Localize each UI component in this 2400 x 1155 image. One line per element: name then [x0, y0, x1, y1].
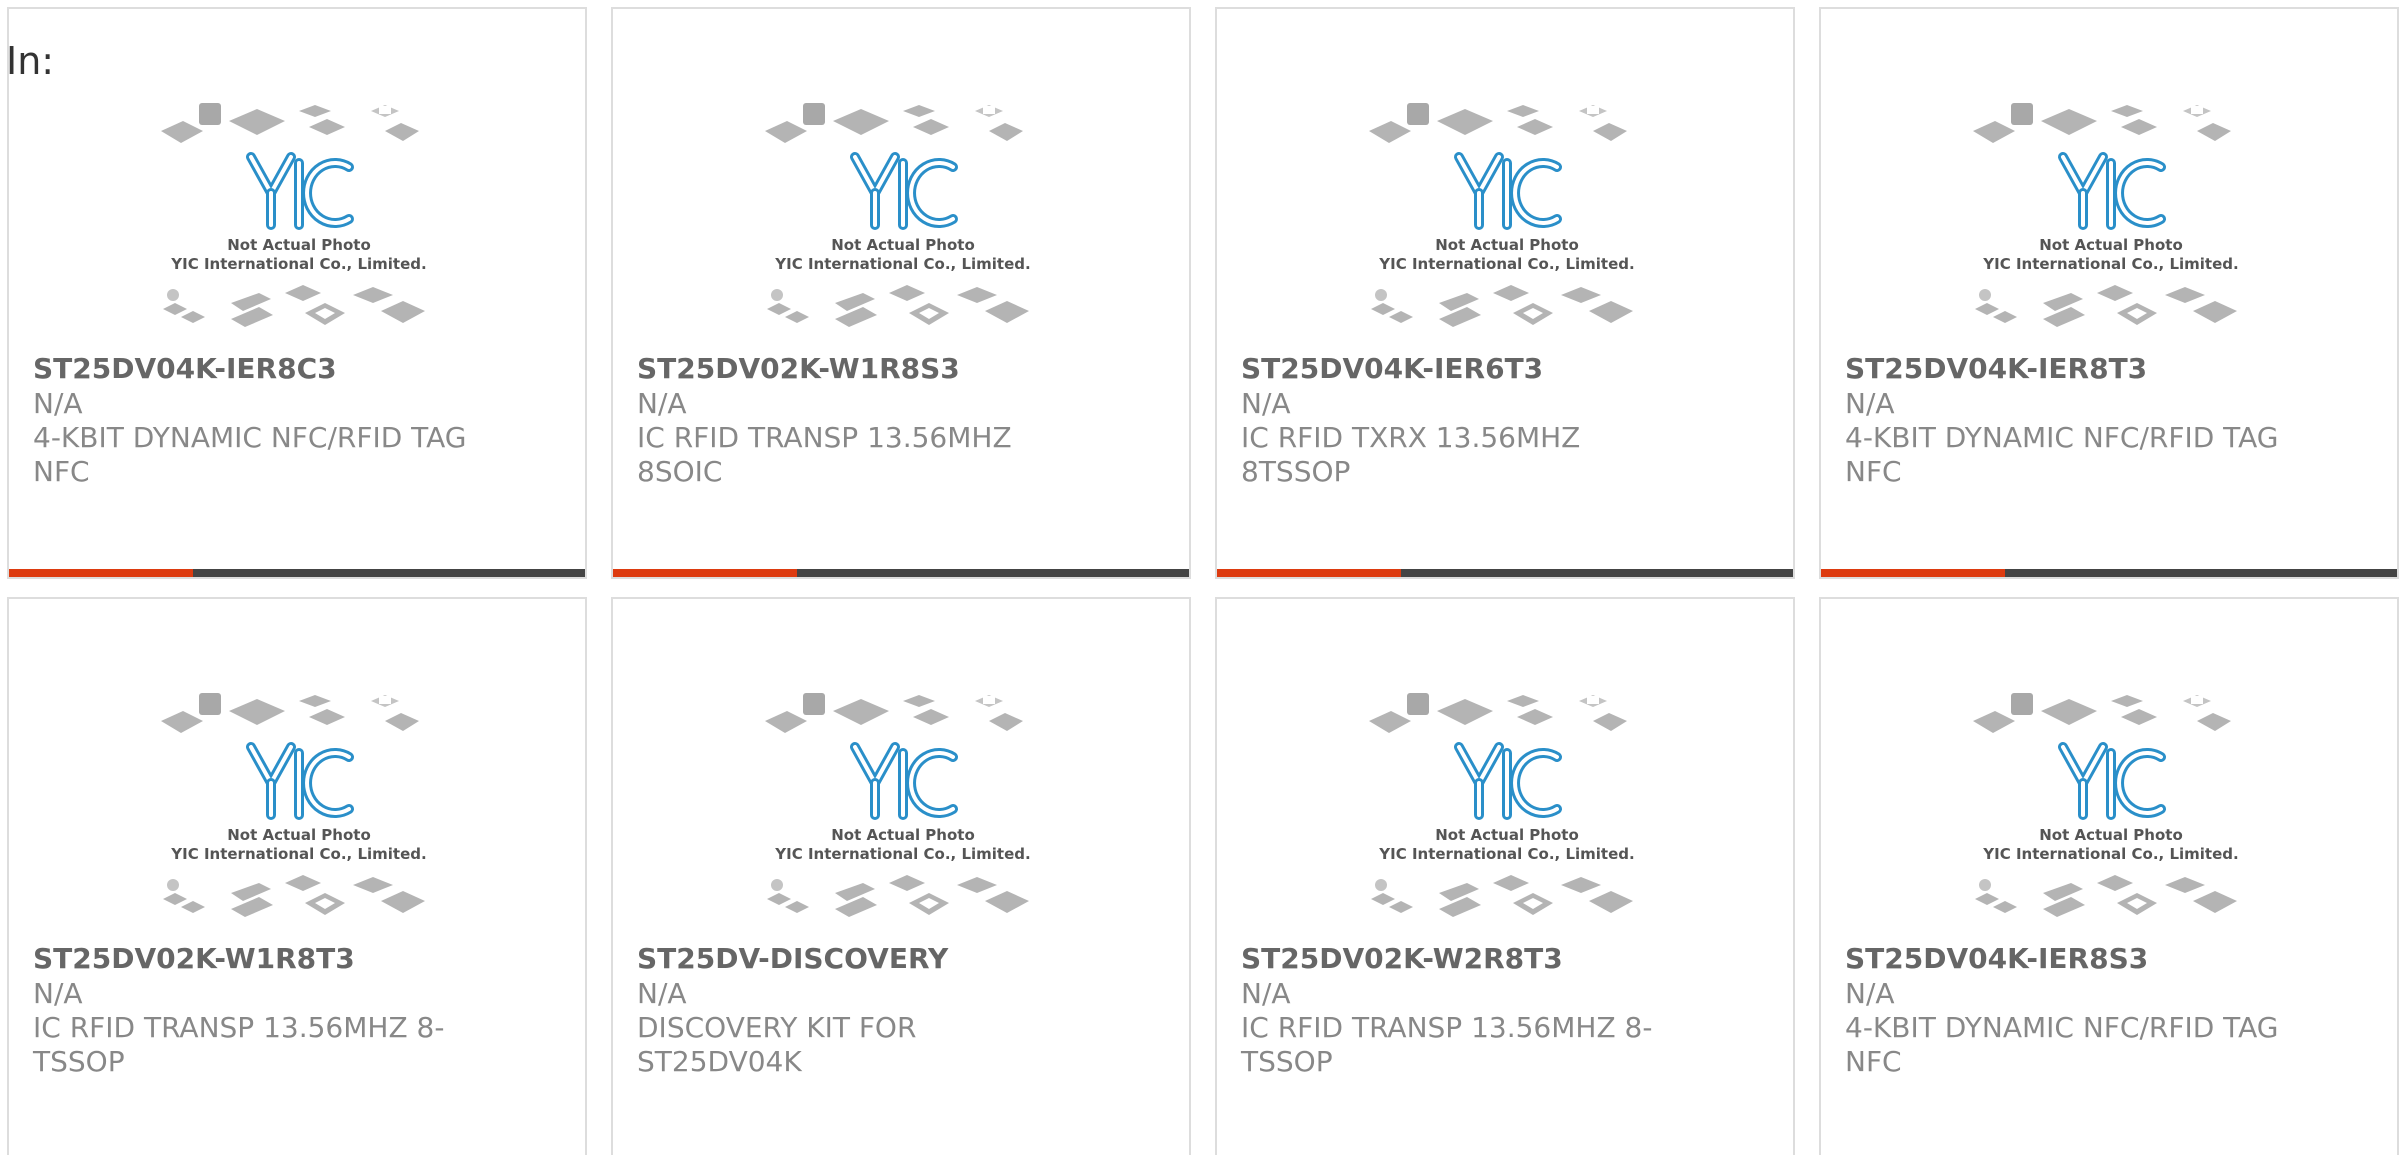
card-accent-bar: [1821, 569, 2006, 577]
yic-logo-icon: [1454, 152, 1562, 230]
product-info: ST25DV02K-W1R8S3 N/A IC RFID TRANSP 13.5…: [637, 351, 1077, 489]
manufacturer-text: N/A: [33, 977, 83, 1010]
photo-caption-line1: Not Actual Photo: [831, 826, 975, 844]
product-placeholder-image: Not Actual Photo YIC International Co., …: [159, 97, 439, 347]
card-bottom-bar: [1821, 569, 2397, 577]
photo-caption-line2: YIC International Co., Limited.: [1982, 255, 2238, 273]
part-number-link[interactable]: ST25DV04K-IER8T3: [1845, 351, 2285, 387]
chip-packages-bottom-icon: [1975, 875, 2237, 917]
product-card[interactable]: Not Actual Photo YIC International Co., …: [1215, 597, 1795, 1155]
card-bottom-bar: [613, 569, 1189, 577]
product-info: ST25DV-DISCOVERY N/A DISCOVERY KIT FOR S…: [637, 941, 1077, 1079]
card-bottom-bar: [1217, 569, 1793, 577]
photo-caption-line2: YIC International Co., Limited.: [170, 845, 426, 863]
photo-caption-line2: YIC International Co., Limited.: [1378, 845, 1634, 863]
manufacturer-text: N/A: [1241, 977, 1291, 1010]
chip-packages-bottom-icon: [163, 285, 425, 327]
chip-packages-top-icon: [1973, 693, 2231, 733]
card-bottom-bar: [9, 569, 585, 577]
product-card[interactable]: Not Actual Photo YIC International Co., …: [1215, 7, 1795, 579]
description-text: IC RFID TRANSP 13.56MHZ 8-TSSOP: [33, 1011, 445, 1078]
yic-logo-icon: [850, 152, 958, 230]
photo-caption-line2: YIC International Co., Limited.: [170, 255, 426, 273]
card-accent-bar: [9, 569, 194, 577]
chip-packages-top-icon: [161, 103, 419, 143]
yic-logo-icon: [1454, 742, 1562, 820]
photo-caption-line1: Not Actual Photo: [227, 236, 371, 254]
product-card[interactable]: Not Actual Photo YIC International Co., …: [611, 597, 1191, 1155]
product-placeholder-image: Not Actual Photo YIC International Co., …: [1367, 97, 1647, 347]
chip-packages-bottom-icon: [1371, 285, 1633, 327]
product-card[interactable]: Not Actual Photo YIC International Co., …: [611, 7, 1191, 579]
chip-packages-top-icon: [161, 693, 419, 733]
part-number-link[interactable]: ST25DV02K-W1R8S3: [637, 351, 1077, 387]
description-text: 4-KBIT DYNAMIC NFC/RFID TAG NFC: [1845, 421, 2279, 488]
product-card[interactable]: Not Actual Photo YIC International Co., …: [7, 7, 587, 579]
photo-caption-line2: YIC International Co., Limited.: [774, 255, 1030, 273]
manufacturer-text: N/A: [637, 387, 687, 420]
product-info: ST25DV04K-IER8S3 N/A 4-KBIT DYNAMIC NFC/…: [1845, 941, 2285, 1079]
photo-caption-line1: Not Actual Photo: [1435, 236, 1579, 254]
part-number-link[interactable]: ST25DV04K-IER6T3: [1241, 351, 1681, 387]
product-placeholder-image: Not Actual Photo YIC International Co., …: [1971, 687, 2251, 937]
product-grid: Not Actual Photo YIC International Co., …: [7, 7, 2400, 1155]
chip-packages-top-icon: [765, 103, 1023, 143]
description-text: DISCOVERY KIT FOR ST25DV04K: [637, 1011, 917, 1078]
description-text: IC RFID TRANSP 13.56MHZ 8-TSSOP: [1241, 1011, 1653, 1078]
chip-packages-bottom-icon: [767, 875, 1029, 917]
chip-packages-top-icon: [1369, 103, 1627, 143]
part-number-link[interactable]: ST25DV-DISCOVERY: [637, 941, 1077, 977]
product-card[interactable]: Not Actual Photo YIC International Co., …: [7, 597, 587, 1155]
photo-caption-line2: YIC International Co., Limited.: [774, 845, 1030, 863]
photo-caption-line2: YIC International Co., Limited.: [1378, 255, 1634, 273]
chip-packages-bottom-icon: [1975, 285, 2237, 327]
description-text: 4-KBIT DYNAMIC NFC/RFID TAG NFC: [33, 421, 467, 488]
yic-logo-icon: [2058, 152, 2166, 230]
product-placeholder-image: Not Actual Photo YIC International Co., …: [763, 97, 1043, 347]
card-accent-bar: [613, 569, 798, 577]
manufacturer-text: N/A: [637, 977, 687, 1010]
photo-caption-line1: Not Actual Photo: [227, 826, 371, 844]
chip-packages-bottom-icon: [1371, 875, 1633, 917]
part-number-link[interactable]: ST25DV02K-W2R8T3: [1241, 941, 1681, 977]
yic-logo-icon: [246, 152, 354, 230]
product-placeholder-image: Not Actual Photo YIC International Co., …: [159, 687, 439, 937]
chip-packages-bottom-icon: [767, 285, 1029, 327]
description-text: 4-KBIT DYNAMIC NFC/RFID TAG NFC: [1845, 1011, 2279, 1078]
chip-packages-top-icon: [1369, 693, 1627, 733]
photo-caption-line1: Not Actual Photo: [831, 236, 975, 254]
manufacturer-text: N/A: [33, 387, 83, 420]
photo-caption-line1: Not Actual Photo: [2039, 236, 2183, 254]
description-text: IC RFID TXRX 13.56MHZ 8TSSOP: [1241, 421, 1581, 488]
part-number-link[interactable]: ST25DV04K-IER8S3: [1845, 941, 2285, 977]
product-info: ST25DV04K-IER8T3 N/A 4-KBIT DYNAMIC NFC/…: [1845, 351, 2285, 489]
product-info: ST25DV02K-W2R8T3 N/A IC RFID TRANSP 13.5…: [1241, 941, 1681, 1079]
yic-logo-icon: [246, 742, 354, 820]
product-info: ST25DV04K-IER8C3 N/A 4-KBIT DYNAMIC NFC/…: [33, 351, 473, 489]
product-listing-page: In: Not Actual Photo YIC International C…: [0, 0, 2400, 1155]
product-card[interactable]: Not Actual Photo YIC International Co., …: [1819, 597, 2399, 1155]
chip-packages-top-icon: [765, 693, 1023, 733]
card-accent-bar: [1217, 569, 1402, 577]
part-number-link[interactable]: ST25DV04K-IER8C3: [33, 351, 473, 387]
product-placeholder-image: Not Actual Photo YIC International Co., …: [763, 687, 1043, 937]
filter-label: In:: [6, 39, 55, 83]
product-info: ST25DV02K-W1R8T3 N/A IC RFID TRANSP 13.5…: [33, 941, 473, 1079]
product-placeholder-image: Not Actual Photo YIC International Co., …: [1971, 97, 2251, 347]
description-text: IC RFID TRANSP 13.56MHZ 8SOIC: [637, 421, 1012, 488]
yic-logo-icon: [850, 742, 958, 820]
chip-packages-top-icon: [1973, 103, 2231, 143]
part-number-link[interactable]: ST25DV02K-W1R8T3: [33, 941, 473, 977]
manufacturer-text: N/A: [1845, 977, 1895, 1010]
product-placeholder-image: Not Actual Photo YIC International Co., …: [1367, 687, 1647, 937]
manufacturer-text: N/A: [1845, 387, 1895, 420]
product-card[interactable]: Not Actual Photo YIC International Co., …: [1819, 7, 2399, 579]
yic-logo-icon: [2058, 742, 2166, 820]
photo-caption-line1: Not Actual Photo: [2039, 826, 2183, 844]
photo-caption-line1: Not Actual Photo: [1435, 826, 1579, 844]
manufacturer-text: N/A: [1241, 387, 1291, 420]
product-info: ST25DV04K-IER6T3 N/A IC RFID TXRX 13.56M…: [1241, 351, 1681, 489]
photo-caption-line2: YIC International Co., Limited.: [1982, 845, 2238, 863]
chip-packages-bottom-icon: [163, 875, 425, 917]
